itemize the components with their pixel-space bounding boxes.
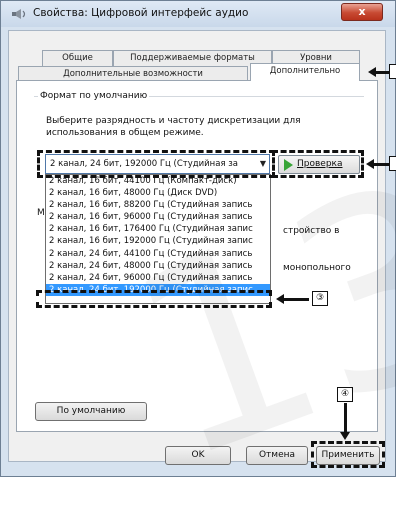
arrow-callout-2 (366, 159, 389, 169)
hidden-text-left: М (37, 208, 45, 218)
format-option[interactable]: 2 канал, 16 бит, 96000 Гц (Студийная зап… (46, 211, 270, 223)
callout-1: ① (389, 64, 396, 79)
format-dropdown-list: 2 канал, 16 бит, 44100 Гц (Компакт-диск)… (45, 174, 271, 304)
exclusive-mode-text-1: стройство в (283, 226, 340, 236)
default-format-description: Выберите разрядность и частоту дискретиз… (46, 116, 301, 138)
window-title: Свойства: Цифровой интерфейс аудио (33, 7, 249, 19)
tab-advanced[interactable]: Дополнительно (250, 63, 360, 81)
test-button[interactable]: Проверка (278, 155, 360, 174)
highlight-format-select (37, 150, 275, 178)
callout-4: ④ (337, 387, 353, 402)
arrow-callout-1 (368, 67, 389, 77)
apply-button[interactable]: Применить (316, 446, 380, 465)
exclusive-mode-text-2: монопольного (283, 263, 351, 273)
cancel-button[interactable]: Отмена (246, 446, 308, 465)
callout-2: ② (389, 156, 396, 171)
highlight-selected-option (36, 290, 272, 308)
speaker-icon (12, 9, 26, 19)
title-bar[interactable]: Свойства: Цифровой интерфейс аудио x (1, 1, 395, 27)
close-button[interactable]: x (341, 3, 383, 21)
callout-3: ③ (312, 291, 328, 306)
format-option[interactable]: 2 канал, 16 бит, 176400 Гц (Студийная за… (46, 223, 270, 235)
tab-supported-formats[interactable]: Поддерживаемые форматы (113, 50, 272, 66)
format-option[interactable]: 2 канал, 24 бит, 96000 Гц (Студийная зап… (46, 272, 270, 284)
tab-general[interactable]: Общие (42, 50, 113, 66)
test-button-label: Проверка (297, 159, 343, 169)
format-option[interactable]: 2 канал, 16 бит, 192000 Гц (Студийная за… (46, 235, 270, 247)
play-icon (284, 159, 293, 171)
default-format-title: Формат по умолчанию (38, 91, 150, 101)
ok-button[interactable]: OK (165, 446, 231, 465)
format-option[interactable]: 2 канал, 24 бит, 44100 Гц (Студийная зап… (46, 248, 270, 260)
restore-defaults-button[interactable]: По умолчанию (35, 402, 147, 421)
arrow-callout-3 (276, 294, 309, 304)
format-option[interactable]: 2 канал, 24 бит, 48000 Гц (Студийная зап… (46, 260, 270, 272)
arrow-callout-4 (340, 403, 350, 440)
format-option[interactable]: 2 канал, 16 бит, 48000 Гц (Диск DVD) (46, 187, 270, 199)
format-option[interactable]: 2 канал, 16 бит, 88200 Гц (Студийная зап… (46, 199, 270, 211)
